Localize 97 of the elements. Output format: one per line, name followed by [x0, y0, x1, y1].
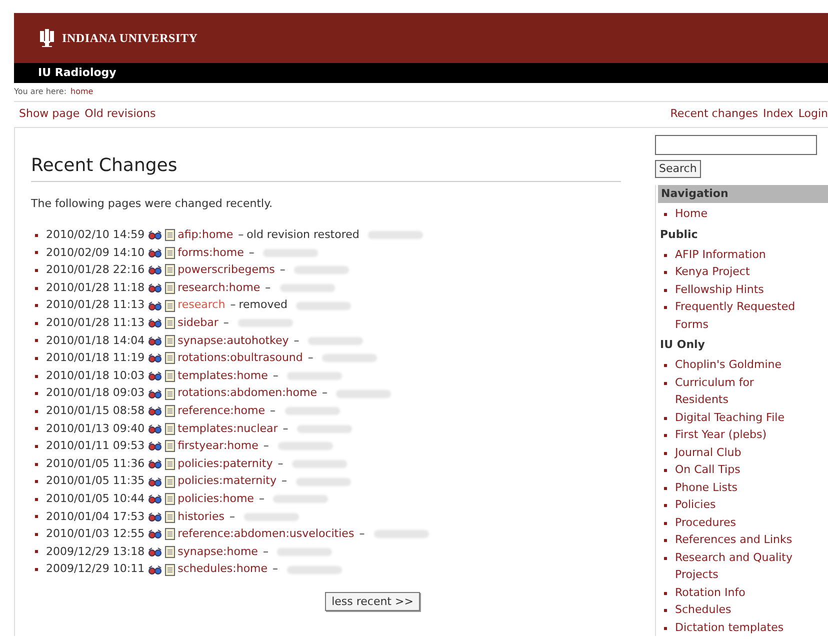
navigation-link[interactable]: Phone Lists: [675, 478, 805, 496]
navigation-link[interactable]: Home: [675, 205, 805, 222]
intro-text: The following pages were changed recently.: [31, 196, 274, 212]
less-recent-button[interactable]: less recent >>: [324, 592, 420, 612]
change-date: 2010/01/05 11:36: [46, 456, 145, 472]
navigation-link[interactable]: On Call Tips: [675, 461, 805, 478]
change-date: 2010/01/13 09:40: [46, 420, 145, 437]
dash-separator: –: [238, 227, 244, 244]
navigation-link[interactable]: Rotation Info: [675, 584, 805, 601]
dash-separator: –: [230, 508, 235, 525]
user-action-link[interactable]: Index: [763, 106, 794, 123]
dash-separator: –: [280, 262, 286, 278]
page-link[interactable]: afip:home: [178, 227, 234, 244]
change-date: 2010/01/15 08:58: [46, 402, 145, 419]
section-heading: Public: [660, 226, 699, 243]
change-date: 2010/01/04 17:53: [46, 508, 145, 525]
page-link[interactable]: templates:nuclear: [178, 420, 278, 438]
navigation-link[interactable]: Kenya Project: [675, 263, 805, 280]
change-date: 2010/01/28 11:18: [46, 280, 145, 296]
navigation-link[interactable]: Curriculum for Residents: [675, 374, 805, 408]
page-link[interactable]: forms:home: [178, 244, 244, 262]
navigation-header: Navigation: [658, 185, 828, 203]
navigation-link[interactable]: First Year (plebs): [675, 426, 805, 444]
user-action-link[interactable]: Recent changes: [670, 106, 758, 123]
navigation-link[interactable]: Digital Teaching File: [675, 408, 805, 426]
navigation-link[interactable]: Research and Quality Projects: [675, 548, 805, 584]
university-name: INDIANA UNIVERSITY: [62, 30, 198, 47]
navigation-link[interactable]: Frequently Requested Forms: [675, 298, 805, 333]
page-link[interactable]: rotations:abdomen:home: [178, 385, 317, 402]
dash-separator: –: [265, 280, 271, 296]
change-date: 2010/02/10 14:59: [46, 227, 145, 244]
dash-separator: –: [258, 490, 264, 507]
change-date: 2009/12/29 10:11: [46, 561, 145, 578]
change-date: 2010/01/18 10:03: [46, 368, 145, 384]
page-link[interactable]: histories: [178, 508, 224, 526]
navigation-link[interactable]: AFIP Information: [675, 246, 805, 263]
change-date: 2010/01/18 09:03: [46, 385, 145, 402]
page-link[interactable]: policies:home: [178, 490, 254, 508]
dash-separator: –: [272, 368, 278, 384]
change-date: 2010/01/18 11:19: [46, 350, 145, 366]
page-link[interactable]: reference:home: [178, 402, 266, 420]
page-link[interactable]: schedules:home: [178, 561, 268, 578]
change-date: 2010/01/28 11:13: [46, 297, 145, 314]
change-date: 2010/01/18 14:04: [46, 332, 145, 349]
dash-separator: –: [294, 332, 300, 349]
change-summary: old revision restored: [246, 227, 360, 244]
dash-separator: –: [262, 544, 268, 560]
navigation-link[interactable]: Dictation templates: [675, 618, 805, 636]
page-link[interactable]: policies:paternity: [178, 456, 273, 472]
change-date: 2010/01/05 10:44: [46, 490, 145, 507]
change-date: 2010/01/03 12:55: [46, 526, 145, 542]
page-link[interactable]: powerscribegems: [178, 262, 275, 279]
dash-separator: –: [272, 561, 278, 578]
page-link[interactable]: sidebar: [178, 315, 218, 332]
page-action-link[interactable]: Show page: [19, 106, 80, 123]
change-date: 2009/12/29 13:18: [46, 544, 145, 560]
page-action-link[interactable]: Old revisions: [84, 106, 156, 123]
change-summary: removed: [238, 297, 288, 314]
page-link[interactable]: policies:maternity: [178, 473, 276, 490]
breadcrumb-link[interactable]: home: [70, 86, 94, 98]
change-date: 2010/01/28 22:16: [46, 262, 145, 278]
section-heading: IU Only: [660, 337, 706, 354]
navigation-link[interactable]: Procedures: [675, 514, 805, 531]
page-link[interactable]: research:home: [178, 280, 260, 296]
dash-separator: –: [270, 402, 276, 419]
user-action-link[interactable]: Login: [798, 106, 828, 123]
navigation-link[interactable]: Schedules: [675, 601, 805, 618]
navigation-link[interactable]: References and Links: [675, 531, 805, 548]
change-date: 2010/01/05 11:35: [46, 473, 145, 490]
search-button[interactable]: Search: [655, 160, 701, 178]
dash-separator: –: [230, 297, 236, 314]
dash-separator: –: [281, 473, 287, 490]
change-date: 2010/01/28 11:13: [46, 315, 145, 332]
dash-separator: –: [278, 456, 284, 472]
breadcrumb-label: You are here:: [14, 86, 67, 98]
page-title: Recent Changes: [31, 152, 621, 182]
change-date: 2010/02/09 14:10: [46, 244, 145, 261]
dash-separator: –: [359, 526, 365, 542]
page-link[interactable]: synapse:autohotkey: [178, 332, 289, 350]
change-date: 2010/01/11 09:53: [46, 438, 145, 454]
dash-separator: –: [248, 244, 254, 261]
dash-separator: –: [263, 438, 269, 454]
navigation-link[interactable]: Policies: [675, 496, 805, 514]
site-title: IU Radiology: [38, 64, 116, 81]
page-link[interactable]: rotations:obultrasound: [178, 350, 303, 367]
page-link[interactable]: templates:home: [178, 368, 268, 384]
dash-separator: –: [282, 420, 288, 437]
navigation-link[interactable]: Choplin's Goldmine: [675, 356, 805, 374]
page-link[interactable]: synapse:home: [178, 544, 258, 560]
page-link[interactable]: research: [178, 297, 226, 314]
dash-separator: –: [322, 385, 328, 402]
dash-separator: –: [308, 350, 314, 366]
navigation-link[interactable]: Journal Club: [675, 444, 805, 461]
page-link[interactable]: firstyear:home: [178, 438, 258, 455]
dash-separator: –: [223, 315, 229, 332]
navigation-link[interactable]: Fellowship Hints: [675, 280, 805, 298]
page-link[interactable]: reference:abdomen:usvelocities: [178, 526, 354, 543]
